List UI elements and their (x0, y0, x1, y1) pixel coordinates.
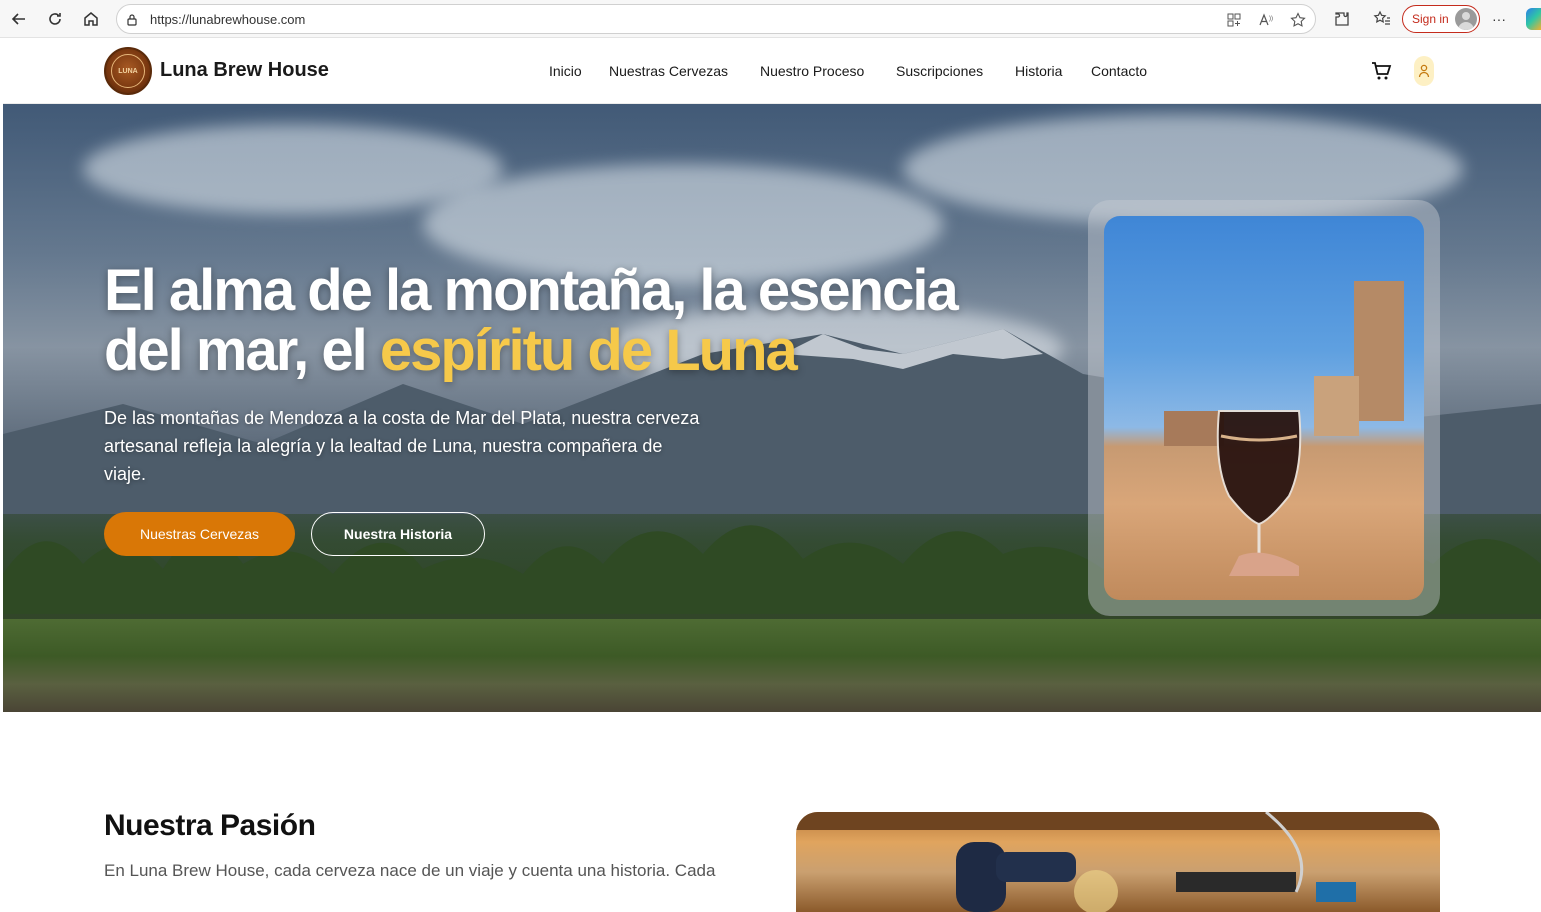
tower-building (1354, 281, 1404, 421)
section-title: Nuestra Pasión (104, 809, 316, 842)
hero-title: El alma de la montaña, la esencia del ma… (104, 261, 1004, 381)
app-available-icon[interactable] (1225, 11, 1243, 29)
hero-photo-frame (1088, 200, 1440, 616)
nav-suscripciones[interactable]: Suscripciones (896, 63, 983, 79)
hero-title-highlight: espíritu de Luna (379, 318, 798, 383)
hero-subtitle: De las montañas de Mendoza a la costa de… (104, 408, 700, 484)
read-aloud-icon[interactable]: )) (1257, 11, 1275, 29)
nuestra-historia-button[interactable]: Nuestra Historia (311, 512, 485, 556)
lock-icon[interactable] (123, 11, 141, 29)
user-icon[interactable] (1414, 56, 1434, 86)
copilot-icon[interactable] (1526, 8, 1541, 30)
address-bar[interactable]: https://lunabrewhouse.com )) (116, 4, 1316, 34)
brewing-equipment (796, 812, 1440, 912)
hero-section: El alma de la montaña, la esencia del ma… (3, 104, 1541, 712)
nav-inicio[interactable]: Inicio (549, 63, 582, 79)
luna-logo[interactable]: LUNA (104, 47, 152, 95)
beer-glass (1216, 410, 1302, 576)
favorite-star-icon[interactable] (1289, 11, 1307, 29)
nav-nuestro-proceso[interactable]: Nuestro Proceso (760, 63, 864, 79)
nuestras-cervezas-button[interactable]: Nuestras Cervezas (104, 512, 295, 556)
brewing-photo (796, 812, 1440, 912)
brand-name[interactable]: Luna Brew House (160, 59, 329, 82)
vineyard-field (3, 619, 1541, 712)
refresh-icon[interactable] (43, 7, 67, 31)
url-text[interactable]: https://lunabrewhouse.com (150, 12, 305, 27)
cloud-shape (83, 124, 503, 214)
profile-avatar-icon (1455, 8, 1477, 30)
building (1314, 376, 1359, 436)
more-menu-icon[interactable]: ··· (1488, 8, 1510, 30)
nav-nuestras-cervezas[interactable]: Nuestras Cervezas (609, 63, 728, 79)
beer-beach-photo (1104, 216, 1424, 600)
section-text: En Luna Brew House, cada cerveza nace de… (104, 861, 716, 880)
extensions-icon[interactable] (1331, 8, 1353, 30)
sign-in-button[interactable]: Sign in (1402, 5, 1480, 33)
browser-toolbar: https://lunabrewhouse.com )) Sign in ··· (0, 0, 1541, 38)
favorites-icon[interactable] (1371, 8, 1393, 30)
nav-contacto[interactable]: Contacto (1091, 63, 1147, 79)
nav-historia[interactable]: Historia (1015, 63, 1062, 79)
logo-text: LUNA (111, 54, 145, 88)
back-arrow-icon[interactable] (7, 7, 31, 31)
home-icon[interactable] (79, 7, 103, 31)
site-header: LUNA Luna Brew House Inicio Nuestras Cer… (3, 39, 1541, 104)
cart-icon[interactable] (1370, 60, 1392, 82)
svg-text:)): )) (1269, 16, 1273, 22)
sign-in-label: Sign in (1412, 12, 1449, 26)
